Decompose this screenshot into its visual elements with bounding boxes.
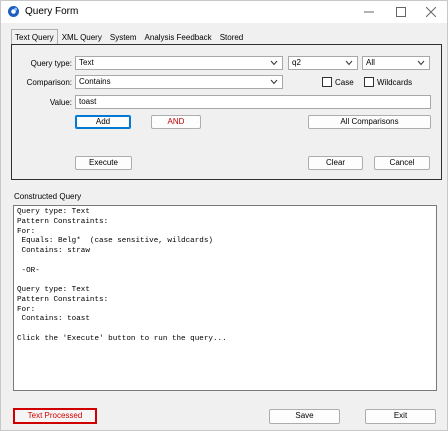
clear-button[interactable]: Clear (308, 156, 363, 170)
chevron-down-icon (270, 79, 278, 85)
comparison-select[interactable]: Contains (75, 75, 283, 89)
tab-text-query[interactable]: Text Query (11, 29, 58, 45)
exit-button[interactable]: Exit (365, 409, 436, 424)
close-button[interactable] (415, 1, 447, 23)
wildcards-checkbox[interactable] (364, 77, 374, 87)
maximize-button[interactable] (385, 1, 417, 23)
query-scope-value: All (366, 58, 375, 67)
case-label: Case (335, 78, 354, 87)
value-input[interactable]: toast (75, 95, 431, 109)
save-button[interactable]: Save (269, 409, 340, 424)
close-icon (426, 7, 436, 17)
and-button[interactable]: AND (151, 115, 201, 129)
window-title: Query Form (25, 6, 79, 17)
query-type-select[interactable]: Text (75, 56, 283, 70)
comparison-label: Comparison: (26, 78, 72, 87)
tab-xml-query[interactable]: XML Query (58, 29, 106, 44)
constructed-query-label: Constructed Query (14, 192, 82, 201)
query-type-label: Query type: (30, 59, 72, 68)
comparison-value: Contains (79, 77, 111, 86)
tab-system[interactable]: System (106, 29, 141, 44)
all-comparisons-button[interactable]: All Comparisons (308, 115, 431, 129)
add-button[interactable]: Add (75, 115, 131, 129)
cancel-button[interactable]: Cancel (374, 156, 430, 170)
query-type-extra-value: q2 (292, 58, 301, 67)
tab-analysis-feedback[interactable]: Analysis Feedback (141, 29, 216, 44)
chevron-down-icon (270, 60, 278, 66)
query-type-extra-select[interactable]: q2 (288, 56, 358, 70)
query-form-window: Query Form Text Query XML Query System A… (0, 0, 448, 431)
query-scope-select[interactable]: All (362, 56, 430, 70)
constructed-query-textarea[interactable]: Query type: Text Pattern Constraints: Fo… (13, 205, 437, 391)
wildcards-label: Wildcards (377, 78, 413, 87)
execute-button[interactable]: Execute (75, 156, 132, 170)
value-label: Value: (49, 98, 72, 107)
chevron-down-icon (417, 60, 425, 66)
maximize-icon (396, 7, 406, 17)
status-badge: Text Processed (13, 408, 97, 424)
title-bar: Query Form (1, 1, 447, 23)
text-query-pane: Query type: Text q2 All Comparison: Cont… (11, 44, 442, 180)
case-checkbox[interactable] (322, 77, 332, 87)
minimize-button[interactable] (353, 1, 385, 23)
minimize-icon (364, 11, 374, 13)
app-icon (8, 6, 19, 17)
query-type-value: Text (79, 58, 94, 67)
tab-stored[interactable]: Stored (216, 29, 248, 44)
tab-strip: Text Query XML Query System Analysis Fee… (11, 29, 247, 45)
chevron-down-icon (345, 60, 353, 66)
